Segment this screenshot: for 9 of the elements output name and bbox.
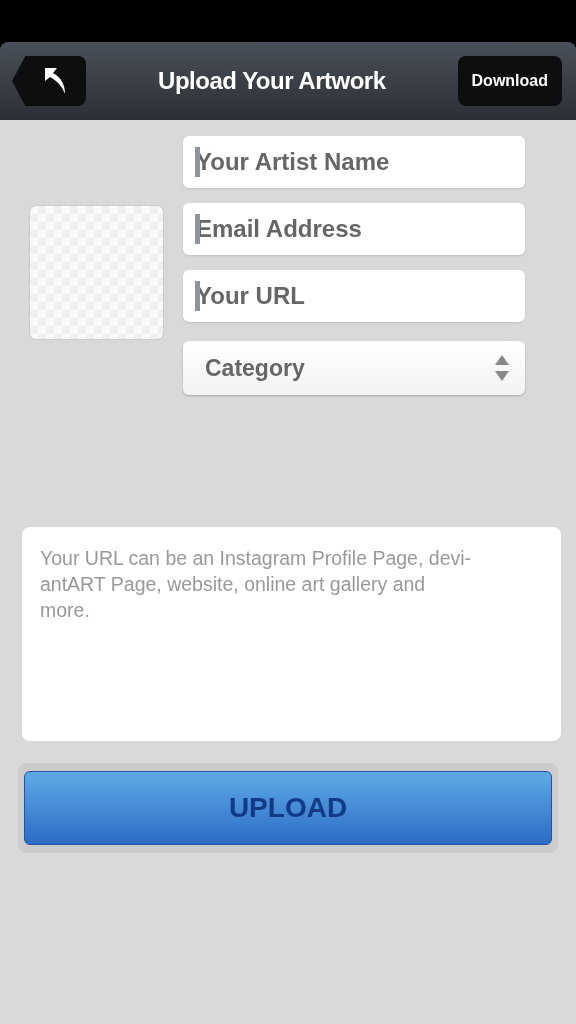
hint-text: Your URL can be an Instagram Profile Page, devi- antART Page, website, online art gallery and more. <box>22 527 561 741</box>
text-field[interactable]: Your URL <box>183 270 525 322</box>
download-button[interactable]: Download <box>457 56 562 106</box>
category-select[interactable]: Category <box>183 341 525 395</box>
page-title: Upload Your Artwork <box>158 67 386 95</box>
back-button[interactable] <box>12 56 86 106</box>
upload-button[interactable]: UPLOAD <box>24 771 552 845</box>
up-down-arrows-icon <box>495 355 509 381</box>
text-field[interactable]: Your Artist Name <box>183 136 525 188</box>
